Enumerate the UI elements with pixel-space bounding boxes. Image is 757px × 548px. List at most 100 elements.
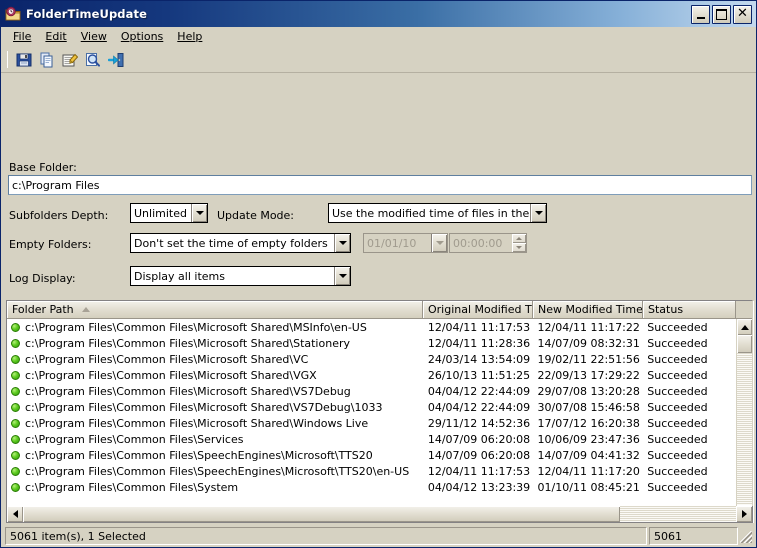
cell-folder-path: c:\Program Files\Common Files\Services bbox=[7, 433, 422, 446]
column-header-new-modified-time[interactable]: New Modified Time bbox=[533, 301, 643, 318]
folder-path-text: c:\Program Files\Common Files\Services bbox=[25, 433, 243, 446]
resize-grip-icon[interactable] bbox=[738, 527, 754, 545]
status-ok-icon bbox=[11, 355, 20, 364]
spinner-buttons[interactable] bbox=[512, 234, 526, 252]
horizontal-scroll-track[interactable] bbox=[23, 506, 736, 522]
table-row[interactable]: c:\Program Files\Common Files\SpeechEngi… bbox=[7, 463, 736, 479]
menu-file-label: File bbox=[13, 30, 31, 43]
cell-original-modified-time: 14/07/09 06:20:08 bbox=[422, 433, 532, 446]
spinner-down-icon[interactable] bbox=[512, 243, 526, 252]
log-display-combo[interactable]: Display all items bbox=[130, 266, 351, 286]
subfolders-depth-value: Unlimited bbox=[131, 207, 191, 220]
table-row[interactable]: c:\Program Files\Common Files\System04/0… bbox=[7, 479, 736, 495]
menu-options[interactable]: Options bbox=[114, 28, 170, 46]
table-row[interactable]: c:\Program Files\Common Files\SpeechEngi… bbox=[7, 447, 736, 463]
close-button[interactable]: ✕ bbox=[733, 5, 752, 24]
empty-folders-value: Don't set the time of empty folders bbox=[131, 237, 334, 250]
table-row[interactable]: c:\Program Files\Common Files\Services 14… bbox=[7, 431, 736, 447]
header-scrollbar-spacer bbox=[736, 301, 752, 318]
chevron-down-icon[interactable] bbox=[334, 267, 350, 285]
status-ok-icon bbox=[11, 371, 20, 380]
copy-icon[interactable] bbox=[35, 49, 58, 71]
chevron-down-icon[interactable] bbox=[431, 234, 447, 252]
vertical-scroll-track[interactable] bbox=[737, 335, 752, 505]
cell-original-modified-time: 12/04/11 11:17:53 bbox=[422, 321, 532, 334]
table-row[interactable]: c:\Program Files\Common Files\Microsoft … bbox=[7, 415, 736, 431]
minimize-button[interactable] bbox=[691, 5, 710, 24]
table-row[interactable]: c:\Program Files\Common Files\Microsoft … bbox=[7, 351, 736, 367]
window-title: FolderTimeUpdate bbox=[26, 7, 691, 21]
base-folder-input[interactable]: c:\Program Files bbox=[8, 175, 752, 195]
cell-new-modified-time: 12/04/11 11:17:20 bbox=[532, 465, 642, 478]
cell-status: Succeeded bbox=[641, 353, 736, 366]
folder-path-text: c:\Program Files\Common Files\Microsoft … bbox=[25, 321, 367, 334]
find-icon[interactable] bbox=[81, 49, 104, 71]
update-mode-label: Update Mode: bbox=[217, 209, 294, 222]
cell-original-modified-time: 29/11/12 14:52:36 bbox=[422, 417, 532, 430]
folder-path-text: c:\Program Files\Common Files\Microsoft … bbox=[25, 369, 317, 382]
cell-new-modified-time: 29/07/08 13:20:28 bbox=[532, 385, 642, 398]
scroll-right-button[interactable] bbox=[736, 506, 752, 522]
log-display-label: Log Display: bbox=[9, 272, 76, 285]
horizontal-scroll-thumb[interactable] bbox=[23, 506, 620, 522]
menu-view[interactable]: View bbox=[74, 28, 114, 46]
table-row[interactable]: c:\Program Files\Common Files\Microsoft … bbox=[7, 383, 736, 399]
table-row[interactable]: c:\Program Files\Common Files\Microsoft … bbox=[7, 399, 736, 415]
spinner-up-icon[interactable] bbox=[512, 234, 526, 243]
date-picker[interactable]: 01/01/10 bbox=[363, 233, 448, 253]
column-header-original-modified-time[interactable]: Original Modified Time bbox=[423, 301, 533, 318]
exit-icon[interactable] bbox=[104, 49, 127, 71]
list-body: c:\Program Files\Common Files\Microsoft … bbox=[7, 319, 752, 521]
subfolders-depth-label: Subfolders Depth: bbox=[9, 209, 108, 222]
cell-folder-path: c:\Program Files\Common Files\SpeechEngi… bbox=[7, 449, 422, 462]
list-rows: c:\Program Files\Common Files\Microsoft … bbox=[7, 319, 736, 521]
cell-status: Succeeded bbox=[641, 449, 736, 462]
table-row[interactable]: c:\Program Files\Common Files\Microsoft … bbox=[7, 335, 736, 351]
horizontal-scrollbar[interactable] bbox=[6, 506, 753, 523]
cell-original-modified-time: 26/10/13 11:51:25 bbox=[422, 369, 532, 382]
menu-help[interactable]: Help bbox=[170, 28, 209, 46]
menu-edit[interactable]: Edit bbox=[38, 28, 73, 46]
column-header-original-modified-time-label: Original Modified Time bbox=[428, 303, 533, 316]
folder-path-text: c:\Program Files\Common Files\SpeechEngi… bbox=[25, 449, 373, 462]
cell-original-modified-time: 12/04/11 11:17:53 bbox=[422, 465, 532, 478]
chevron-down-icon[interactable] bbox=[334, 234, 350, 252]
maximize-button[interactable] bbox=[712, 5, 731, 24]
cell-original-modified-time: 04/04/12 22:44:09 bbox=[422, 385, 532, 398]
menu-file[interactable]: File bbox=[6, 28, 38, 46]
menu-options-label: Options bbox=[121, 30, 163, 43]
scroll-left-button[interactable] bbox=[7, 506, 23, 522]
column-header-folder-path[interactable]: Folder Path bbox=[7, 301, 423, 318]
results-list: Folder Path Original Modified Time New M… bbox=[6, 300, 753, 522]
table-row[interactable]: c:\Program Files\Common Files\Microsoft … bbox=[7, 319, 736, 335]
save-icon[interactable] bbox=[12, 49, 35, 71]
table-row[interactable]: c:\Program Files\Common Files\Microsoft … bbox=[7, 367, 736, 383]
sort-ascending-icon bbox=[82, 307, 90, 312]
cell-original-modified-time: 04/04/12 22:44:09 bbox=[422, 401, 532, 414]
date-value: 01/01/10 bbox=[364, 237, 431, 250]
cell-status: Succeeded bbox=[641, 385, 736, 398]
status-ok-icon bbox=[11, 483, 20, 492]
menu-help-label: Help bbox=[177, 30, 202, 43]
cell-status: Succeeded bbox=[641, 481, 736, 494]
chevron-down-icon[interactable] bbox=[191, 204, 207, 222]
folder-path-text: c:\Program Files\Common Files\System bbox=[25, 481, 238, 494]
clock-folder-icon bbox=[5, 6, 21, 22]
folder-path-text: c:\Program Files\Common Files\Microsoft … bbox=[25, 385, 351, 398]
vertical-scrollbar[interactable] bbox=[736, 319, 752, 521]
cell-original-modified-time: 24/03/14 13:54:09 bbox=[422, 353, 532, 366]
window-controls: ✕ bbox=[691, 5, 752, 24]
column-header-new-modified-time-label: New Modified Time bbox=[538, 303, 643, 316]
empty-folders-combo[interactable]: Don't set the time of empty folders bbox=[130, 233, 351, 253]
subfolders-depth-combo[interactable]: Unlimited bbox=[130, 203, 208, 223]
time-spinner[interactable]: 00:00:00 bbox=[449, 233, 527, 253]
update-mode-combo[interactable]: Use the modified time of files in the fo… bbox=[328, 203, 547, 223]
vertical-scroll-thumb[interactable] bbox=[737, 335, 752, 353]
column-header-status[interactable]: Status bbox=[643, 301, 736, 318]
menu-view-label: View bbox=[81, 30, 107, 43]
scroll-up-button[interactable] bbox=[737, 319, 752, 335]
cell-status: Succeeded bbox=[641, 369, 736, 382]
chevron-down-icon[interactable] bbox=[530, 204, 546, 222]
update-mode-value: Use the modified time of files in the fo… bbox=[329, 207, 530, 220]
properties-icon[interactable] bbox=[58, 49, 81, 71]
